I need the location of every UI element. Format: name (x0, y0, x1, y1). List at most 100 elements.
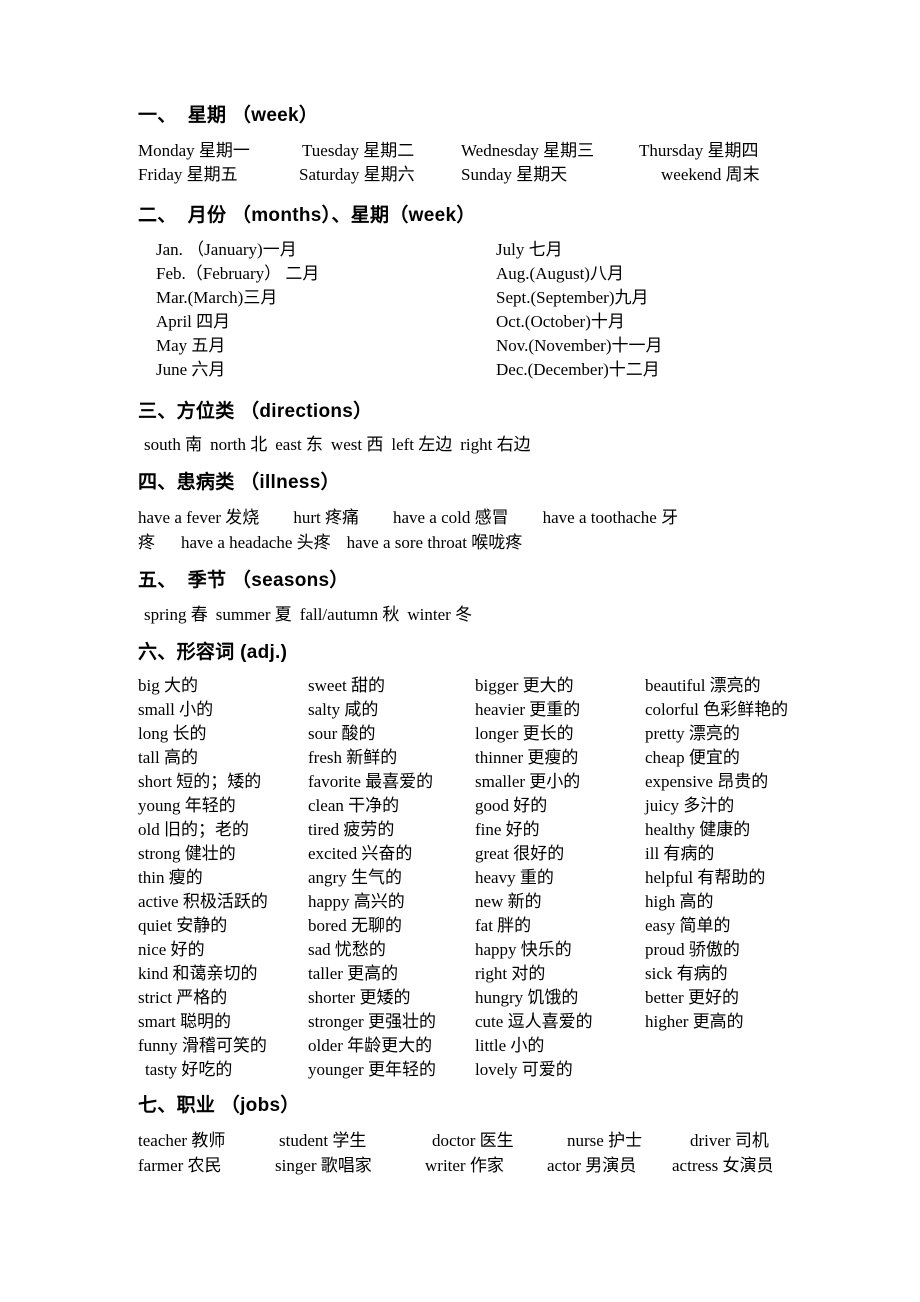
month-item: Oct.(October)十月 (496, 311, 625, 331)
adjective-item: longer 更长的 (475, 723, 574, 743)
adjective-item: salty 咸的 (308, 699, 379, 719)
month-item: Dec.(December)十二月 (496, 359, 660, 379)
week-item: Monday 星期一 (138, 140, 250, 160)
adjective-item: tall 高的 (138, 747, 198, 767)
section-illness: 四、患病类 （illness） have a fever 发烧 hurt 疼痛 ha… (138, 471, 828, 555)
seasons-list: spring 春 summer 夏 fall/autumn 秋 winter 冬 (144, 603, 828, 627)
section-heading-months: 二、 月份 （months）、星期（week） (138, 204, 476, 226)
job-item: driver 司机 (690, 1131, 769, 1151)
week-item: Friday 星期五 (138, 164, 238, 184)
adjective-item: clean 干净的 (308, 795, 400, 815)
months-list: Jan. （January)一月 July 七月 Feb.（February） … (156, 238, 828, 382)
adjective-item: stronger 更强壮的 (308, 1011, 436, 1031)
section-heading-adjectives: 六、形容词 (adj.) (138, 641, 288, 663)
adjective-item: younger 更年轻的 (308, 1059, 436, 1079)
adjective-item: tired 疲劳的 (308, 819, 395, 839)
adjective-item: cheap 便宜的 (645, 747, 740, 767)
section-months: 二、 月份 （months）、星期（week） Jan. （January)一月… (138, 204, 828, 382)
adjective-item: sweet 甜的 (308, 675, 385, 695)
adjective-item: short 短的；矮的 (138, 771, 262, 791)
directions-list: south 南 north 北 east 东 west 西 left 左边 right 右… (144, 433, 828, 457)
adjective-item: little 小的 (475, 1035, 545, 1055)
adjective-item: heavy 重的 (475, 867, 554, 887)
adjective-item: expensive 昂贵的 (645, 771, 769, 791)
week-item: Tuesday 星期二 (302, 140, 415, 160)
adjective-item: big 大的 (138, 675, 198, 695)
adjective-item: cute 逗人喜爱的 (475, 1011, 593, 1031)
section-directions: 三、方位类 （directions） south 南 north 北 east 东 w… (138, 400, 828, 458)
season-item: fall/autumn 秋 (299, 604, 400, 624)
adjective-item: nice 好的 (138, 939, 205, 959)
adjective-item: smaller 更小的 (475, 771, 581, 791)
job-item: singer 歌唱家 (275, 1156, 372, 1176)
illness-item: hurt 疼痛 (293, 508, 359, 527)
adjective-item: tasty 好吃的 (145, 1059, 233, 1079)
adjective-item: hungry 饥饿的 (475, 987, 579, 1007)
adjective-item: bigger 更大的 (475, 675, 574, 695)
adjective-item: quiet 安静的 (138, 915, 228, 935)
section-week: 一、 星期 （week） Monday 星期一 Tuesday 星期二 Wedn… (138, 104, 828, 187)
illness-item: have a fever 发烧 (138, 508, 260, 527)
section-heading-jobs: 七、职业 （jobs） (138, 1094, 300, 1116)
week-item: Thursday 星期四 (639, 140, 759, 160)
adjective-item: favorite 最喜爱的 (308, 771, 434, 791)
direction-item: left 左边 (391, 435, 453, 455)
job-item: nurse 护士 (567, 1131, 643, 1151)
direction-item: east 东 (275, 435, 323, 455)
adjective-item: strict 严格的 (138, 987, 228, 1007)
section-jobs: 七、职业 （jobs） teacher 教师 student 学生 doctor… (138, 1094, 828, 1179)
adjective-item: sour 酸的 (308, 723, 376, 743)
adjective-item: sick 有病的 (645, 963, 728, 983)
adjectives-column-4: beautiful 漂亮的 colorful 色彩鲜艳的 pretty 漂亮的 … (645, 674, 820, 1034)
month-item: June 六月 (156, 359, 226, 379)
illness-item: have a sore throat 喉咙疼 (346, 533, 523, 552)
adjective-item: good 好的 (475, 795, 548, 815)
direction-item: north 北 (210, 435, 268, 455)
direction-item: right 右边 (460, 435, 531, 455)
adjective-item: proud 骄傲的 (645, 939, 740, 959)
job-item: writer 作家 (425, 1156, 504, 1176)
adjectives-column-3: bigger 更大的 heavier 更重的 longer 更长的 thinne… (475, 674, 645, 1082)
adjective-item: older 年龄更大的 (308, 1035, 433, 1055)
job-item: doctor 医生 (432, 1131, 514, 1151)
adjective-item: smart 聪明的 (138, 1011, 232, 1031)
adjective-item: ill 有病的 (645, 843, 715, 863)
adjective-item: healthy 健康的 (645, 819, 751, 839)
adjective-item: fresh 新鲜的 (308, 747, 398, 767)
adjective-item: colorful 色彩鲜艳的 (645, 699, 789, 719)
month-item: April 四月 (156, 311, 231, 331)
illness-list: have a fever 发烧 hurt 疼痛 have a cold 感冒 have… (138, 505, 828, 555)
adjective-item: taller 更高的 (308, 963, 399, 983)
adjective-item: thin 瘦的 (138, 867, 203, 887)
month-item: Sept.(September)九月 (496, 287, 649, 307)
job-item: actress 女演员 (672, 1156, 774, 1176)
adjective-item: angry 生气的 (308, 867, 402, 887)
adjective-item: higher 更高的 (645, 1011, 744, 1031)
adjective-item: shorter 更矮的 (308, 987, 411, 1007)
season-item: winter 冬 (407, 604, 473, 624)
job-item: actor 男演员 (547, 1156, 637, 1176)
adjective-item: bored 无聊的 (308, 915, 402, 935)
week-item: Sunday 星期天 (461, 164, 568, 184)
section-heading-seasons: 五、 季节 （seasons） (138, 570, 349, 591)
adjective-item: long 长的 (138, 723, 207, 743)
adjective-item: old 旧的；老的 (138, 819, 249, 839)
adjective-item: happy 快乐的 (475, 939, 572, 959)
section-heading-illness: 四、患病类 （illness） (138, 472, 340, 494)
adjective-item: excited 兴奋的 (308, 843, 413, 863)
adjective-item: heavier 更重的 (475, 699, 581, 719)
adjective-item: better 更好的 (645, 987, 739, 1007)
job-item: student 学生 (279, 1131, 367, 1151)
illness-item: have a toothache 牙 (542, 508, 679, 527)
illness-item: have a headache 头疼 (181, 533, 331, 552)
adjective-item: active 积极活跃的 (138, 891, 268, 911)
job-item: farmer 农民 (138, 1156, 222, 1176)
direction-item: south 南 (144, 435, 203, 455)
month-item: May 五月 (156, 335, 226, 355)
month-item: Nov.(November)十一月 (496, 335, 663, 355)
adjective-item: sad 忧愁的 (308, 939, 386, 959)
illness-item: have a cold 感冒 (392, 508, 509, 527)
adjective-item: small 小的 (138, 699, 214, 719)
season-item: spring 春 (144, 604, 208, 624)
section-heading-week: 一、 星期 （week） (138, 105, 319, 126)
